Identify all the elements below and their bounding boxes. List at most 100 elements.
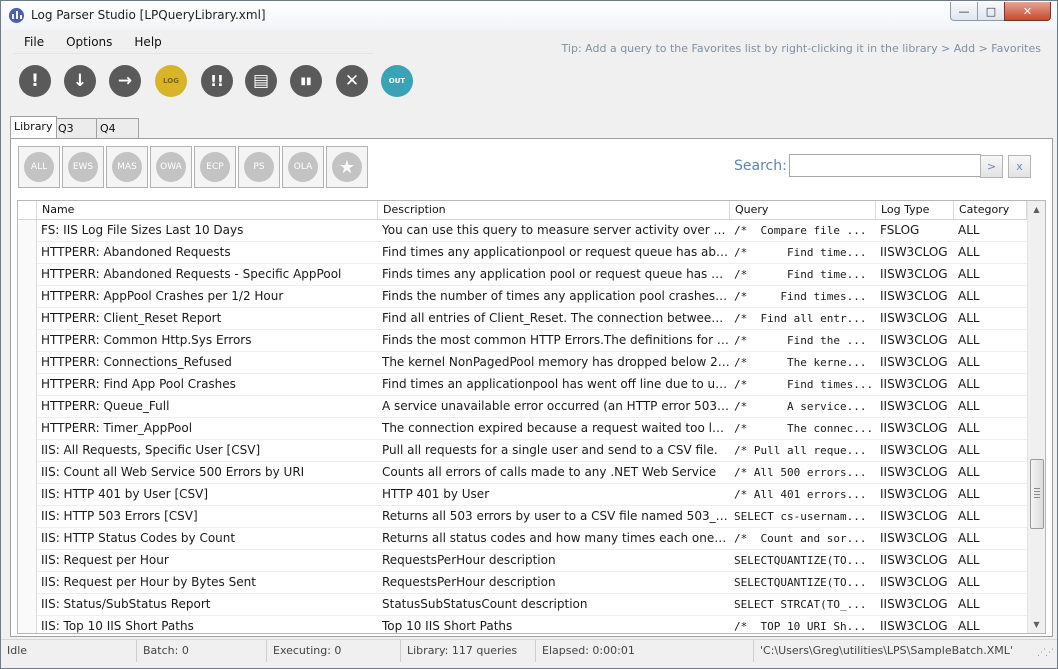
open-log-button[interactable]: LOG xyxy=(155,65,187,97)
row-selector[interactable] xyxy=(18,550,37,572)
row-selector[interactable] xyxy=(18,286,37,308)
table-row[interactable]: IIS: Request per Hour by Bytes Sent Reque… xyxy=(18,572,1027,594)
row-selector[interactable] xyxy=(18,594,37,616)
query-log-type: IISW3CLOG xyxy=(880,619,948,633)
row-selector[interactable] xyxy=(18,440,37,462)
row-selector[interactable] xyxy=(18,528,37,550)
search-clear-button[interactable]: x xyxy=(1008,155,1031,178)
table-row[interactable]: HTTPERR: Client_Reset Report Find all ent… xyxy=(18,308,1027,330)
table-row[interactable]: HTTPERR: AppPool Crashes per 1/2 Hour Fin… xyxy=(18,286,1027,308)
table-row[interactable]: HTTPERR: Timer_AppPool The connection exp… xyxy=(18,418,1027,440)
resize-grip-icon[interactable]: ⋰⋰ xyxy=(1037,648,1054,658)
menu-file[interactable]: File xyxy=(13,33,55,53)
table-row[interactable]: HTTPERR: Common Http.Sys Errors Finds the… xyxy=(18,330,1027,352)
table-row[interactable]: HTTPERR: Queue_Full A service unavailable… xyxy=(18,396,1027,418)
status-batch-path: 'C:\Users\Greg\utilities\LPS\SampleBatch… xyxy=(760,644,1013,657)
query-text: /* The kerne... xyxy=(734,356,867,369)
column-header-description[interactable]: Description xyxy=(378,201,730,219)
favorites-button[interactable]: ★ xyxy=(326,146,368,188)
grid-header: Name Description Query Log Type Category xyxy=(18,201,1027,220)
row-selector[interactable] xyxy=(18,462,37,484)
query-category: ALL xyxy=(958,311,980,325)
vertical-scrollbar[interactable]: ▲ ▼ xyxy=(1027,201,1045,633)
cancel-button[interactable]: ✕ xyxy=(336,65,368,97)
query-category: ALL xyxy=(958,267,980,281)
table-row[interactable]: IIS: HTTP 401 by User [CSV] HTTP 401 by U… xyxy=(18,484,1027,506)
table-row[interactable]: IIS: HTTP 503 Errors [CSV] Returns all 50… xyxy=(18,506,1027,528)
row-selector[interactable] xyxy=(18,616,37,633)
row-selector[interactable] xyxy=(18,242,37,264)
minimize-button[interactable]: — xyxy=(950,2,978,21)
download-button[interactable]: ↓ xyxy=(64,65,96,97)
title-bar[interactable]: Log Parser Studio [LPQueryLibrary.xml] —… xyxy=(1,1,1057,30)
column-header-category[interactable]: Category xyxy=(954,201,1027,219)
column-header-name[interactable]: Name xyxy=(37,201,378,219)
search-input[interactable] xyxy=(789,154,981,177)
query-category: ALL xyxy=(958,487,980,501)
run-batch-button[interactable]: !! xyxy=(201,65,233,97)
maximize-button[interactable]: □ xyxy=(977,2,1005,21)
category-ecp-button[interactable]: ECP xyxy=(194,146,236,188)
scroll-up-arrow-icon[interactable]: ▲ xyxy=(1028,201,1045,218)
row-selector[interactable] xyxy=(18,330,37,352)
category-ola-button[interactable]: OLA xyxy=(282,146,324,188)
column-header-query[interactable]: Query xyxy=(730,201,876,219)
query-text: /* All 500 errors... xyxy=(734,466,867,479)
run-query-button[interactable]: ! xyxy=(19,65,51,97)
row-selector[interactable] xyxy=(18,264,37,286)
table-row[interactable]: HTTPERR: Find App Pool Crashes Find times… xyxy=(18,374,1027,396)
table-row[interactable]: IIS: HTTP Status Codes by Count Returns a… xyxy=(18,528,1027,550)
query-text: /* The connec... xyxy=(734,422,874,435)
row-selector[interactable] xyxy=(18,352,37,374)
output-folder-button[interactable]: OUT xyxy=(381,65,413,97)
query-name: HTTPERR: Abandoned Requests xyxy=(41,245,231,259)
row-selector[interactable] xyxy=(18,418,37,440)
query-description: Returns all status codes and how many ti… xyxy=(382,531,730,545)
query-name: IIS: Request per Hour xyxy=(41,553,169,567)
status-executing: Executing: 0 xyxy=(267,640,401,662)
row-selector[interactable] xyxy=(18,484,37,506)
table-row[interactable]: HTTPERR: Connections_Refused The kernel N… xyxy=(18,352,1027,374)
row-selector[interactable] xyxy=(18,308,37,330)
query-description: Finds the most common HTTP Errors.The de… xyxy=(382,333,730,347)
category-ews-button[interactable]: EWS xyxy=(62,146,104,188)
query-log-type: IISW3CLOG xyxy=(880,487,948,501)
query-description: Finds the number of times any applicatio… xyxy=(382,289,730,303)
table-row[interactable]: IIS: Count all Web Service 500 Errors by… xyxy=(18,462,1027,484)
category-owa-button[interactable]: OWA xyxy=(150,146,192,188)
category-all-button[interactable]: ALL xyxy=(18,146,60,188)
scrollbar-thumb[interactable] xyxy=(1030,459,1044,529)
star-icon: ★ xyxy=(332,152,362,182)
document-button[interactable]: ▤ xyxy=(245,65,277,97)
row-selector[interactable] xyxy=(18,572,37,594)
scroll-down-arrow-icon[interactable]: ▼ xyxy=(1028,616,1045,633)
tab-library[interactable]: Library xyxy=(10,116,57,139)
row-selector[interactable] xyxy=(18,506,37,528)
row-selector[interactable] xyxy=(18,374,37,396)
row-selector[interactable] xyxy=(18,220,37,242)
forward-button[interactable]: → xyxy=(109,65,141,97)
query-description: You can use this query to measure server… xyxy=(382,223,730,237)
close-window-button[interactable]: ✕ xyxy=(1004,2,1051,21)
search-go-button[interactable]: > xyxy=(980,155,1003,178)
category-mas-button[interactable]: MAS xyxy=(106,146,148,188)
query-name: HTTPERR: Common Http.Sys Errors xyxy=(41,333,252,347)
column-header-log-type[interactable]: Log Type xyxy=(876,201,954,219)
chart-button[interactable]: ▮▮ xyxy=(290,65,322,97)
row-selector[interactable] xyxy=(18,396,37,418)
category-ps-button[interactable]: PS xyxy=(238,146,280,188)
table-row[interactable]: HTTPERR: Abandoned Requests - Specific A… xyxy=(18,264,1027,286)
table-row[interactable]: HTTPERR: Abandoned Requests Find times an… xyxy=(18,242,1027,264)
table-row[interactable]: IIS: Top 10 IIS Short Paths Top 10 IIS Sh… xyxy=(18,616,1027,633)
menu-options[interactable]: Options xyxy=(55,33,123,53)
row-header-corner xyxy=(18,201,37,219)
menu-bar: File Options Help xyxy=(13,33,173,53)
query-name: IIS: Top 10 IIS Short Paths xyxy=(41,619,194,633)
menu-help[interactable]: Help xyxy=(123,33,172,53)
table-row[interactable]: FS: IIS Log File Sizes Last 10 Days You c… xyxy=(18,220,1027,242)
tab-q4[interactable]: Q4 xyxy=(96,118,139,138)
table-row[interactable]: IIS: Request per Hour RequestsPerHour des… xyxy=(18,550,1027,572)
table-row[interactable]: IIS: Status/SubStatus Report StatusSubSta… xyxy=(18,594,1027,616)
tab-q3[interactable]: Q3 xyxy=(54,118,99,138)
table-row[interactable]: IIS: All Requests, Specific User [CSV] Pu… xyxy=(18,440,1027,462)
